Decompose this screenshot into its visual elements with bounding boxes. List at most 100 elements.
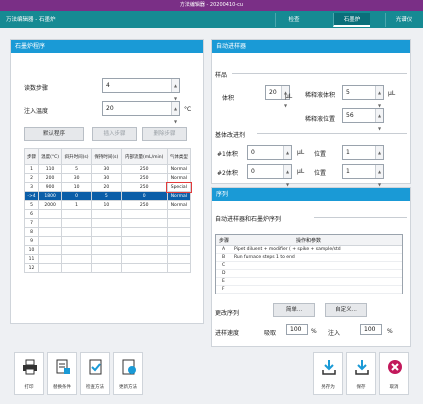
table-cell[interactable] bbox=[61, 263, 92, 273]
mod1-spinner[interactable]: ▲▼ bbox=[283, 146, 291, 168]
table-cell[interactable] bbox=[90, 227, 122, 237]
table-cell[interactable] bbox=[37, 236, 63, 246]
list-item[interactable]: B Run furnace steps 1 to end bbox=[216, 254, 402, 262]
table-cell[interactable] bbox=[61, 209, 92, 219]
simple-button[interactable]: 简单... bbox=[273, 303, 315, 317]
table-cell[interactable]: 10 bbox=[61, 182, 92, 192]
table-cell[interactable] bbox=[166, 218, 192, 228]
table-cell[interactable]: 250 bbox=[120, 200, 168, 210]
mod2-spinner[interactable]: ▲ ▼ bbox=[283, 165, 291, 187]
list-item[interactable]: A Pipet diluent + modifier ( + spike + sa… bbox=[216, 246, 402, 254]
delete-step-button[interactable]: 删除步骤 bbox=[142, 127, 187, 141]
table-row[interactable]: 8 bbox=[24, 227, 192, 237]
table-cell[interactable]: 6 bbox=[24, 209, 39, 219]
table-cell[interactable] bbox=[90, 263, 122, 273]
mod1-volume-input[interactable]: 0 ▲▼ bbox=[247, 145, 292, 168]
inject-input[interactable]: 100 bbox=[360, 324, 382, 335]
inject-temp-spinner[interactable]: ▲ ▼ bbox=[171, 102, 179, 124]
table-cell[interactable]: 20 bbox=[90, 182, 122, 192]
table-cell[interactable] bbox=[37, 227, 63, 237]
diluent-position-spinner[interactable]: ▲ ▼ bbox=[375, 109, 383, 131]
table-cell[interactable] bbox=[37, 254, 63, 264]
diluent-position-input[interactable]: 56 ▲ ▼ bbox=[342, 108, 384, 131]
diluent-volume-spinner[interactable]: ▲ ▼ bbox=[375, 86, 383, 108]
table-cell[interactable] bbox=[166, 236, 192, 246]
mod2-volume-input[interactable]: 0 ▲ ▼ bbox=[247, 164, 292, 187]
table-cell[interactable] bbox=[61, 218, 92, 228]
table-cell[interactable]: 9 bbox=[24, 236, 39, 246]
table-cell[interactable]: Normal bbox=[166, 191, 192, 201]
table-cell[interactable] bbox=[120, 263, 168, 273]
table-cell[interactable]: 5 bbox=[90, 191, 122, 201]
table-cell[interactable] bbox=[90, 209, 122, 219]
table-cell[interactable]: 1 bbox=[24, 164, 39, 174]
table-cell[interactable]: 30 bbox=[90, 164, 122, 174]
table-cell[interactable] bbox=[166, 263, 192, 273]
table-cell[interactable] bbox=[61, 254, 92, 264]
table-cell[interactable]: 30 bbox=[61, 173, 92, 183]
table-cell[interactable]: 12 bbox=[24, 263, 39, 273]
table-cell[interactable] bbox=[120, 218, 168, 228]
table-row[interactable]: 9 bbox=[24, 236, 192, 246]
tab-check[interactable]: 检查 bbox=[275, 13, 312, 27]
table-cell[interactable]: 5 bbox=[24, 200, 39, 210]
table-cell[interactable] bbox=[90, 236, 122, 246]
table-row[interactable]: 12 bbox=[24, 263, 192, 273]
table-cell[interactable]: 0 bbox=[120, 191, 168, 201]
table-cell[interactable]: 250 bbox=[120, 182, 168, 192]
list-item[interactable]: F bbox=[216, 286, 402, 294]
table-row[interactable]: ->4 1800 0 5 0 Normal bbox=[24, 191, 192, 201]
table-cell[interactable]: 3 bbox=[24, 182, 39, 192]
inject-temp-input[interactable]: 20 ▲ ▼ bbox=[102, 101, 180, 124]
table-cell[interactable] bbox=[90, 254, 122, 264]
table-cell[interactable]: 2000 bbox=[37, 200, 63, 210]
table-cell[interactable] bbox=[37, 245, 63, 255]
table-row[interactable]: 5 2000 1 10 250 Normal bbox=[24, 200, 192, 210]
table-row[interactable]: 6 bbox=[24, 209, 192, 219]
table-row[interactable]: 10 bbox=[24, 245, 192, 255]
table-cell[interactable] bbox=[61, 227, 92, 237]
table-cell[interactable] bbox=[166, 227, 192, 237]
print-button[interactable]: 打印 bbox=[14, 352, 44, 395]
table-cell[interactable]: 10 bbox=[24, 245, 39, 255]
table-cell[interactable]: Normal bbox=[166, 200, 192, 210]
table-cell[interactable] bbox=[120, 245, 168, 255]
tab-furnace[interactable]: 石墨炉 bbox=[333, 13, 370, 27]
table-cell[interactable]: 11 bbox=[24, 254, 39, 264]
table-cell[interactable] bbox=[166, 254, 192, 264]
table-cell[interactable] bbox=[37, 209, 63, 219]
table-cell[interactable]: 30 bbox=[90, 173, 122, 183]
cancel-button[interactable]: 取消 bbox=[379, 352, 409, 395]
custom-button[interactable]: 自定义... bbox=[325, 303, 367, 317]
table-cell[interactable] bbox=[61, 236, 92, 246]
replace-conditions-button[interactable]: 替换条件 bbox=[47, 352, 77, 395]
mod1-position-input[interactable]: 1 ▲▼ bbox=[342, 145, 384, 168]
list-item[interactable]: D bbox=[216, 270, 402, 278]
list-item[interactable]: E bbox=[216, 278, 402, 286]
table-cell[interactable]: 110 bbox=[37, 164, 63, 174]
table-cell[interactable]: 900 bbox=[37, 182, 63, 192]
table-row[interactable]: 2 200 30 30 250 Normal bbox=[24, 173, 192, 183]
table-cell[interactable]: ->4 bbox=[24, 191, 39, 201]
table-cell[interactable] bbox=[166, 209, 192, 219]
table-cell[interactable]: 8 bbox=[24, 227, 39, 237]
table-cell[interactable] bbox=[166, 245, 192, 255]
insert-step-button[interactable]: 插入步骤 bbox=[92, 127, 137, 141]
table-cell[interactable]: 5 bbox=[61, 164, 92, 174]
table-cell[interactable]: 0 bbox=[61, 191, 92, 201]
table-row[interactable]: 1 110 5 30 250 Normal bbox=[24, 164, 192, 174]
update-method-button[interactable]: 更新方法 bbox=[113, 352, 143, 395]
table-cell[interactable] bbox=[120, 236, 168, 246]
read-steps-spinner[interactable]: ▲ ▼ bbox=[171, 79, 179, 101]
table-cell[interactable]: 1800 bbox=[37, 191, 63, 201]
aspirate-input[interactable]: 100 bbox=[286, 324, 308, 335]
table-cell[interactable] bbox=[37, 263, 63, 273]
table-cell[interactable]: 250 bbox=[120, 173, 168, 183]
table-cell[interactable]: 1 bbox=[61, 200, 92, 210]
table-row[interactable]: 7 bbox=[24, 218, 192, 228]
table-row[interactable]: 3 900 10 20 250 Special bbox=[24, 181, 192, 193]
table-cell[interactable]: 7 bbox=[24, 218, 39, 228]
table-cell[interactable]: 2 bbox=[24, 173, 39, 183]
mod2-position-input[interactable]: 1 ▲ ▼ bbox=[342, 164, 384, 187]
table-cell[interactable] bbox=[120, 227, 168, 237]
